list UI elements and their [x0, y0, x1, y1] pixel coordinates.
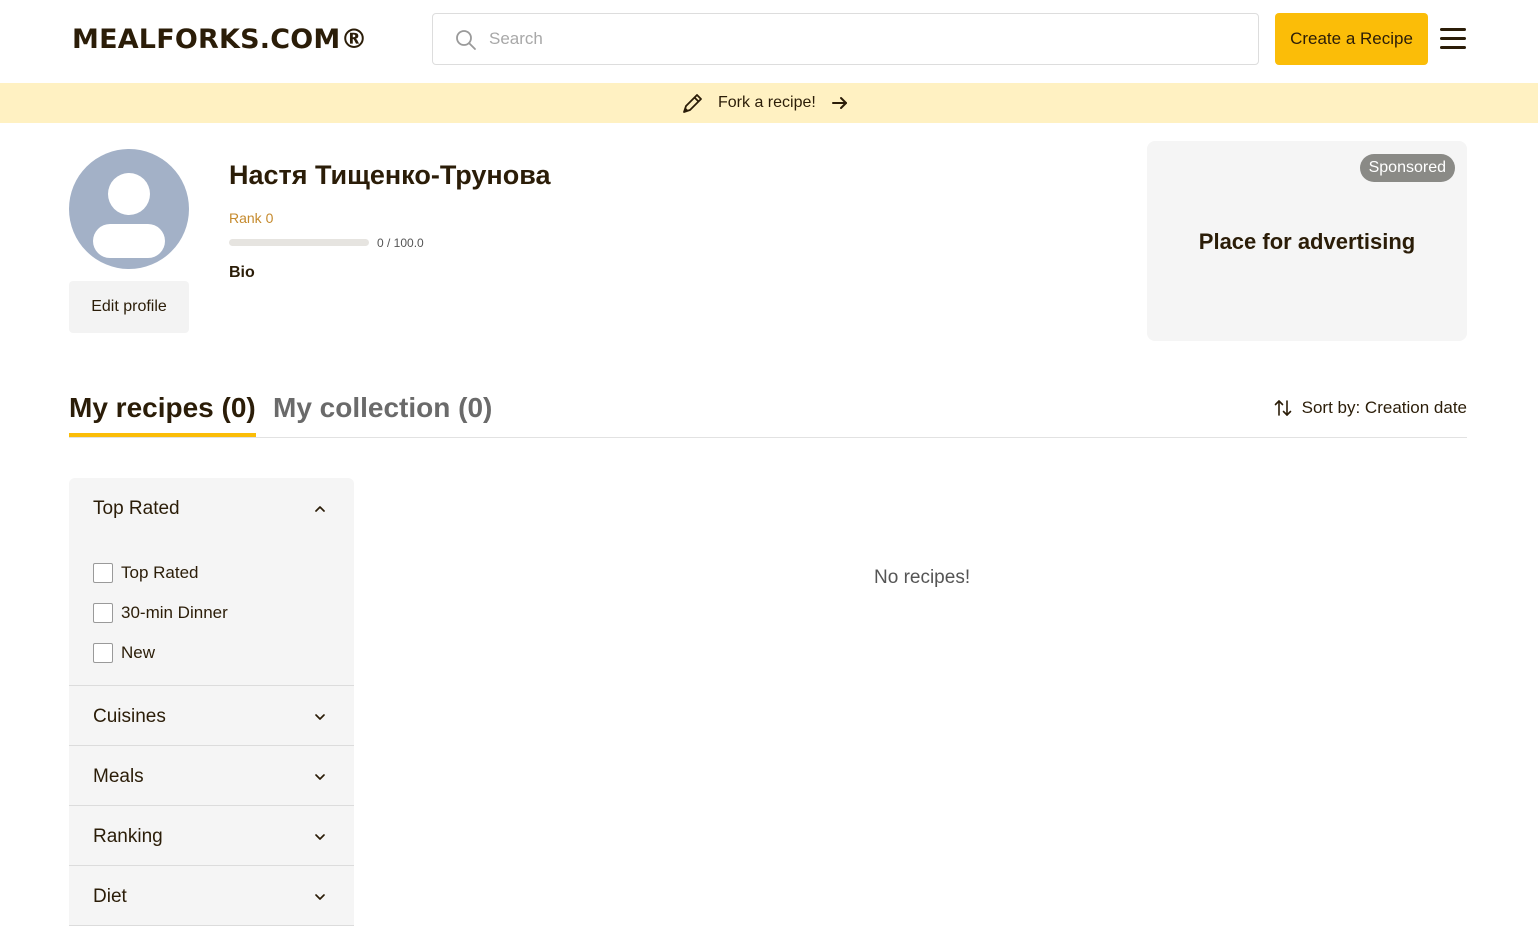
- filter-section-diet[interactable]: Diet: [69, 866, 354, 926]
- filters-sidebar: Top Rated Top Rated 30-min Dinner New Cu…: [69, 478, 354, 926]
- empty-state-text: No recipes!: [874, 567, 971, 588]
- sort-arrows-icon: [1274, 400, 1291, 416]
- user-placeholder-icon: [93, 173, 165, 258]
- site-logo[interactable]: MEALFORKS.COM®: [72, 24, 368, 55]
- chevron-down-icon: [315, 894, 325, 900]
- profile-name: Настя Тищенко-Трунова: [229, 160, 551, 190]
- ad-text: Place for advertising: [1198, 229, 1416, 254]
- filter-option-top-rated[interactable]: Top Rated: [93, 562, 199, 584]
- chevron-down-icon: [315, 714, 325, 720]
- site-header: MEALFORKS.COM® Create a Recipe: [0, 0, 1538, 82]
- fork-banner: Fork a recipe!: [0, 83, 1538, 123]
- ad-panel[interactable]: Sponsored Place for advertising: [1147, 141, 1467, 341]
- search-input[interactable]: [489, 14, 1229, 64]
- checkbox[interactable]: [93, 603, 113, 623]
- banner-text: Fork a recipe!: [718, 94, 816, 111]
- checkbox[interactable]: [93, 643, 113, 663]
- bio-label: Bio: [229, 264, 255, 281]
- filter-section-label: Top Rated: [93, 498, 180, 519]
- filter-option-label: 30-min Dinner: [121, 603, 228, 622]
- search-icon: [456, 30, 476, 50]
- chevron-down-icon: [315, 834, 325, 840]
- filter-section-label: Ranking: [93, 826, 163, 847]
- chevron-up-icon: [315, 506, 325, 512]
- create-recipe-button[interactable]: Create a Recipe: [1275, 13, 1428, 65]
- sort-label: Sort by: Creation date: [1301, 398, 1467, 417]
- sort-dropdown[interactable]: Sort by: Creation date: [1273, 398, 1467, 418]
- fork-recipe-link[interactable]: Fork a recipe!: [680, 83, 850, 123]
- checkbox[interactable]: [93, 563, 113, 583]
- tab-my-recipes[interactable]: My recipes (0): [69, 392, 256, 437]
- avatar: [69, 149, 189, 269]
- filter-section-meals[interactable]: Meals: [69, 746, 354, 806]
- filter-section-label: Meals: [93, 766, 144, 787]
- rank-progress-bar: [229, 239, 369, 246]
- pencil-icon: [683, 94, 702, 113]
- profile-tabs: My recipes (0) My collection (0) Sort by…: [69, 390, 1467, 438]
- filter-option-label: New: [121, 643, 156, 662]
- arrow-right-icon: [831, 97, 847, 109]
- rank-progress-text: 0 / 100.0: [377, 236, 424, 250]
- filter-section-top-rated[interactable]: Top Rated: [69, 478, 354, 538]
- chevron-down-icon: [315, 774, 325, 780]
- sponsored-badge: Sponsored: [1359, 154, 1455, 182]
- rank-label: Rank 0: [229, 210, 274, 226]
- filter-option-30-min-dinner[interactable]: 30-min Dinner: [93, 602, 228, 624]
- edit-profile-button[interactable]: Edit profile: [69, 281, 189, 333]
- filter-option-new[interactable]: New: [93, 642, 155, 664]
- hamburger-menu-icon[interactable]: [1436, 23, 1470, 55]
- filter-section-ranking[interactable]: Ranking: [69, 806, 354, 866]
- filter-section-label: Diet: [93, 886, 127, 907]
- search-box[interactable]: [432, 13, 1259, 65]
- tab-my-collection[interactable]: My collection (0): [273, 392, 492, 424]
- filter-section-label: Cuisines: [93, 706, 166, 727]
- filter-option-label: Top Rated: [121, 563, 199, 582]
- filter-section-cuisines[interactable]: Cuisines: [69, 686, 354, 746]
